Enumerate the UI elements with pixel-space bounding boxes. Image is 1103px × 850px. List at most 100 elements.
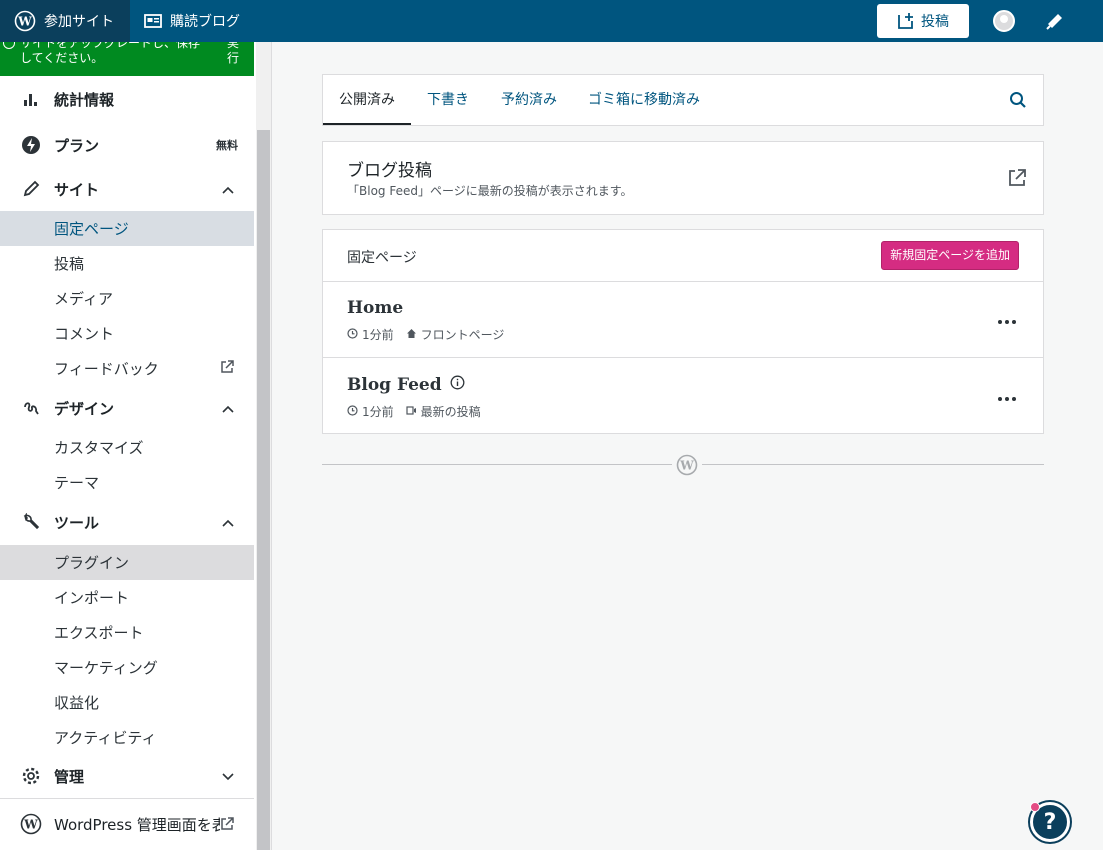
home-icon	[406, 328, 417, 342]
sidebar-item-import[interactable]: インポート	[0, 580, 254, 615]
page-time: 1分前	[362, 326, 394, 343]
info-icon[interactable]	[450, 375, 465, 395]
sidebar-item-export[interactable]: エクスポート	[0, 615, 254, 650]
sidebar-item-monetize[interactable]: 収益化	[0, 685, 254, 720]
write-post-button[interactable]: 投稿	[877, 4, 969, 38]
gear-icon	[20, 765, 42, 787]
reader-icon	[144, 13, 162, 29]
search-icon[interactable]	[1009, 91, 1027, 113]
sidebar-item-label: デザイン	[54, 398, 114, 419]
pages-header-label: 固定ページ	[347, 247, 417, 267]
sidebar-item-label: テーマ	[54, 472, 99, 493]
new-post-icon	[897, 12, 915, 30]
sidebar-item-media[interactable]: メディア	[0, 281, 254, 316]
help-icon: ?	[1044, 810, 1057, 835]
more-options-icon[interactable]	[997, 387, 1017, 406]
sidebar-item-label: 統計情報	[54, 89, 114, 110]
sidebar-item-label: 管理	[54, 766, 84, 787]
chevron-down-icon	[222, 767, 234, 785]
sidebar-item-comments[interactable]: コメント	[0, 316, 254, 351]
notifications-icon	[1045, 11, 1065, 31]
my-sites-label: 参加サイト	[44, 11, 114, 31]
tab-drafts[interactable]: 下書き	[427, 75, 469, 125]
sidebar-item-stats[interactable]: 統計情報	[0, 81, 254, 117]
page-row[interactable]: Home 1分前 フロントページ	[323, 282, 1043, 358]
sidebar-item-label: フィードバック	[54, 358, 159, 379]
notification-dot	[1030, 802, 1040, 812]
page-title-text: Home	[347, 298, 403, 318]
blog-posts-card[interactable]: ブログ投稿 「Blog Feed」ページに最新の投稿が表示されます。	[322, 141, 1044, 215]
sidebar-item-activity[interactable]: アクティビティ	[0, 720, 254, 755]
sidebar-scrollbar[interactable]	[256, 42, 271, 850]
avatar[interactable]	[993, 10, 1015, 32]
sidebar-item-label: エクスポート	[54, 622, 144, 643]
chevron-up-icon	[222, 513, 234, 531]
page-title-text: Blog Feed	[347, 375, 442, 395]
chevron-up-icon	[222, 180, 234, 198]
external-link-icon	[220, 360, 234, 378]
page-row[interactable]: Blog Feed 1分前 最新の投稿	[323, 359, 1043, 435]
sidebar-item-plugins[interactable]: プラグイン	[0, 545, 254, 580]
write-post-label: 投稿	[921, 11, 949, 31]
page-title[interactable]: Blog Feed	[347, 375, 465, 395]
notifications-button[interactable]	[1045, 11, 1065, 31]
pencil-icon	[20, 178, 42, 200]
reader-label: 購読ブログ	[170, 11, 240, 31]
clock-icon	[347, 405, 358, 419]
sidebar-item-themes[interactable]: テーマ	[0, 465, 254, 500]
tab-scheduled[interactable]: 予約済み	[501, 75, 557, 125]
page-meta: 1分前 フロントページ	[347, 326, 504, 343]
page-tag: 最新の投稿	[421, 403, 481, 420]
svg-text:W: W	[17, 15, 32, 29]
plan-icon	[20, 134, 42, 156]
add-new-page-button[interactable]: 新規固定ページを追加	[881, 241, 1019, 270]
pages-header: 固定ページ 新規固定ページを追加	[323, 230, 1043, 282]
sidebar-item-customize[interactable]: カスタマイズ	[0, 430, 254, 465]
page-meta: 1分前 最新の投稿	[347, 403, 481, 420]
sidebar-item-marketing[interactable]: マーケティング	[0, 650, 254, 685]
sidebar-item-posts[interactable]: 投稿	[0, 246, 254, 281]
wordpress-logo-icon: W	[672, 454, 702, 476]
notice-action[interactable]: 実行	[226, 42, 240, 66]
svg-text:W: W	[23, 818, 38, 832]
chevron-up-icon	[222, 399, 234, 417]
scrollbar-thumb[interactable]	[257, 130, 270, 850]
more-options-icon[interactable]	[997, 310, 1017, 329]
blog-posts-title: ブログ投稿	[347, 156, 432, 181]
external-link-icon[interactable]	[1007, 168, 1027, 192]
sidebar-item-label: 投稿	[54, 253, 84, 274]
tab-published[interactable]: 公開済み	[323, 75, 411, 125]
sidebar-item-label: サイト	[54, 179, 99, 200]
sidebar-item-label: プラン	[54, 135, 99, 156]
page-title[interactable]: Home	[347, 298, 403, 318]
plan-badge: 無料	[216, 137, 238, 153]
upgrade-notice[interactable]: サイトをアップグレードし、保存してください。 実行	[0, 42, 254, 76]
sidebar-item-feedback[interactable]: フィードバック	[0, 351, 254, 386]
reader-button[interactable]: 購読ブログ	[130, 0, 254, 42]
sidebar-item-label: インポート	[54, 587, 129, 608]
page-tag: フロントページ	[421, 326, 505, 343]
blog-posts-description: 「Blog Feed」ページに最新の投稿が表示されます。	[347, 182, 633, 199]
sidebar-item-label: カスタマイズ	[54, 437, 144, 458]
sidebar-item-label: 収益化	[54, 692, 99, 713]
my-sites-button[interactable]: W 参加サイト	[0, 0, 130, 42]
sidebar-divider	[0, 798, 254, 799]
wrench-icon	[20, 511, 42, 533]
sidebar-item-design[interactable]: デザイン	[0, 390, 254, 426]
sidebar-item-plan[interactable]: プラン 無料	[0, 127, 254, 163]
sidebar-item-site[interactable]: サイト	[0, 171, 254, 207]
external-link-icon	[220, 817, 234, 835]
page-status-tabs: 公開済み 下書き 予約済み ゴミ箱に移動済み	[322, 74, 1044, 126]
sidebar-item-pages[interactable]: 固定ページ	[0, 211, 254, 246]
sidebar-item-wp-admin[interactable]: W WordPress 管理画面を表示	[0, 806, 254, 842]
page-time: 1分前	[362, 403, 394, 420]
sidebar-item-tools[interactable]: ツール	[0, 504, 254, 540]
sidebar-item-label: アクティビティ	[54, 727, 156, 748]
sidebar-item-manage[interactable]: 管理	[0, 758, 254, 794]
top-bar: W 参加サイト 購読ブログ 投稿	[0, 0, 1103, 42]
design-icon	[20, 397, 42, 419]
sidebar-item-label: 固定ページ	[54, 218, 129, 239]
svg-text:W: W	[679, 459, 694, 473]
tab-trashed[interactable]: ゴミ箱に移動済み	[588, 75, 700, 125]
clock-icon	[347, 328, 358, 342]
